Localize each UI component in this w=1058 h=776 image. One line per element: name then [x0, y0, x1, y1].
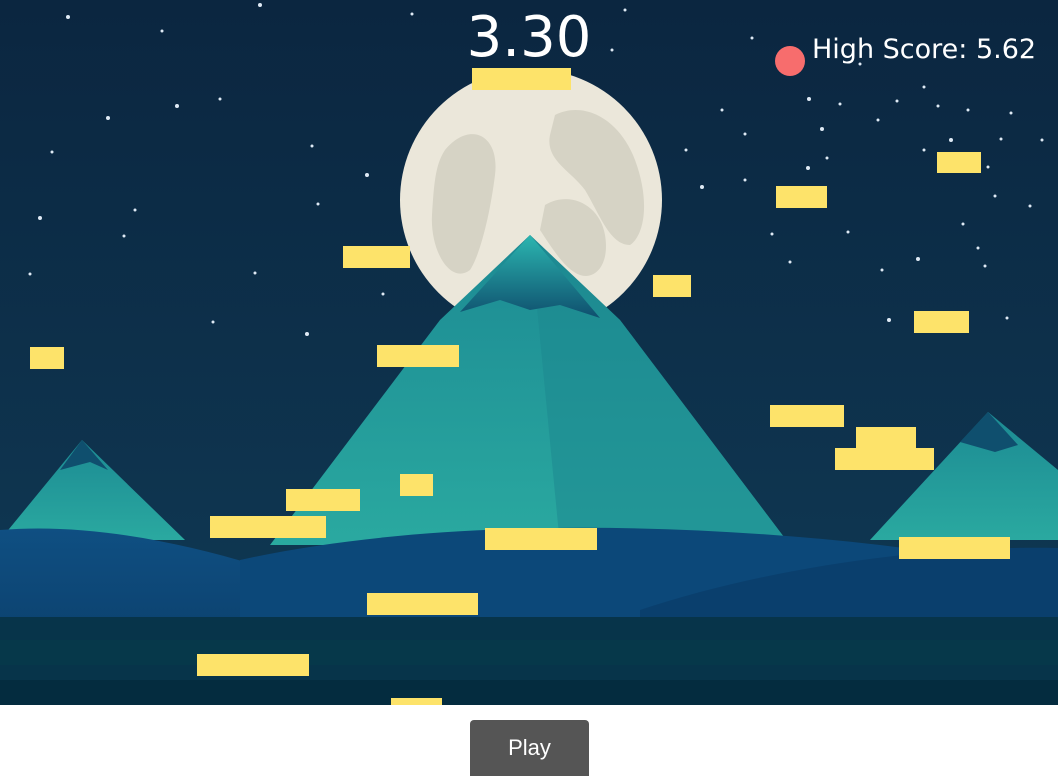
player-ball [775, 46, 805, 76]
platform [914, 311, 969, 333]
platform [400, 474, 433, 496]
game-canvas[interactable]: 3.30 High Score: 5.62 [0, 0, 1058, 705]
platform [210, 516, 326, 538]
background-scene [0, 0, 1058, 705]
platform [197, 654, 309, 676]
controls-bar: Play [0, 705, 1058, 776]
platform [770, 405, 844, 427]
platform [377, 345, 459, 367]
platform [30, 347, 64, 369]
ground [0, 617, 1058, 705]
platform [937, 152, 981, 173]
platform [653, 275, 691, 297]
platform [343, 246, 410, 268]
high-score: High Score: 5.62 [812, 34, 1037, 65]
play-button[interactable]: Play [470, 720, 589, 776]
platform [899, 537, 1010, 559]
platform [485, 528, 597, 550]
platform [472, 68, 571, 90]
platform [835, 448, 934, 470]
platform [391, 698, 442, 705]
platform [856, 427, 916, 449]
platform [776, 186, 827, 208]
platform [286, 489, 360, 511]
platform [367, 593, 478, 615]
